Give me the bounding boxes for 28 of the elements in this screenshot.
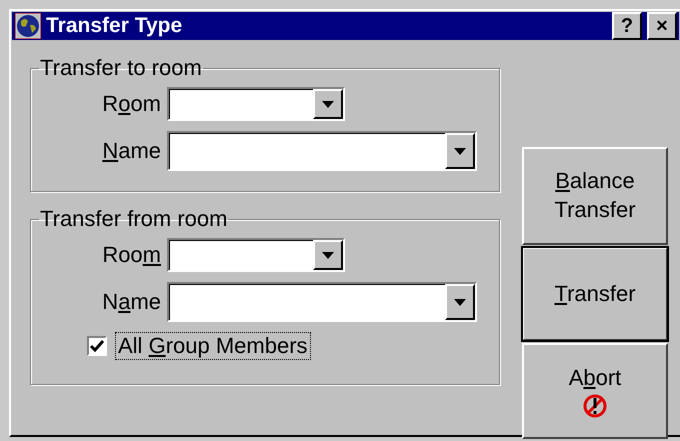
globe-icon <box>15 13 41 39</box>
action-button[interactable]: Balance Transfer <box>522 147 668 245</box>
field-label: Name <box>101 138 161 164</box>
dropdown-button[interactable] <box>445 284 475 320</box>
caret-icon <box>322 100 334 108</box>
dropdown-field[interactable] <box>167 282 477 322</box>
caret-icon <box>454 148 466 154</box>
field-label: Room <box>101 91 161 117</box>
field-label: Name <box>101 289 161 315</box>
group-title: Transfer from room <box>39 206 228 232</box>
window-title: Transfer Type <box>46 14 184 38</box>
caret-icon <box>454 298 466 306</box>
dropdown-button[interactable] <box>313 89 343 119</box>
stop-icon <box>583 394 607 418</box>
close-button[interactable]: × <box>647 12 677 40</box>
action-button[interactable]: Transfer <box>522 247 668 341</box>
checkbox[interactable] <box>87 336 107 356</box>
field-label: Room <box>101 242 161 268</box>
dropdown-field[interactable] <box>167 87 345 121</box>
dropdown-button[interactable] <box>445 133 475 169</box>
checkbox-label[interactable]: All Group Members <box>115 332 311 360</box>
dropdown-button[interactable] <box>313 240 343 270</box>
group-title: Transfer to room <box>39 55 203 81</box>
abort-button[interactable]: Abort <box>522 343 668 439</box>
dropdown-field[interactable] <box>167 238 345 272</box>
caret-icon <box>322 252 334 258</box>
dropdown-field[interactable] <box>167 131 477 171</box>
help-button[interactable]: ? <box>612 12 642 40</box>
